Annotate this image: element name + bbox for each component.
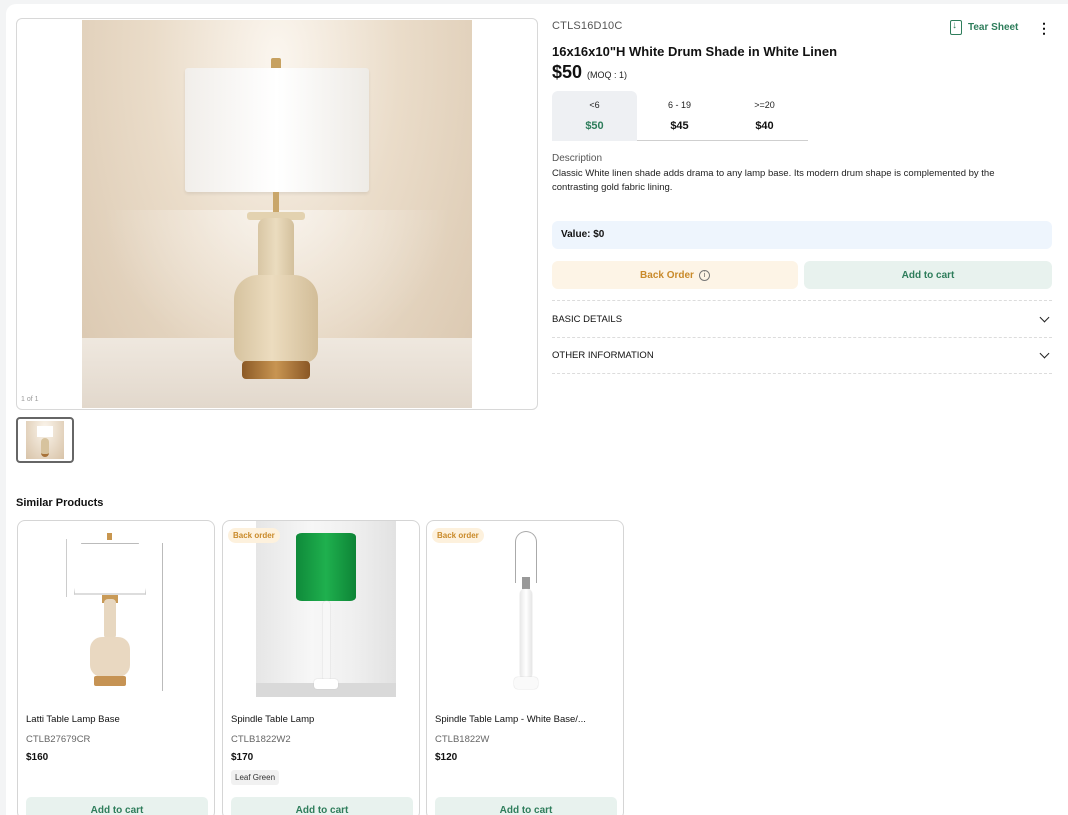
white-lamp-base-photo (497, 527, 557, 697)
add-to-cart-button[interactable]: Add to cart (231, 797, 413, 815)
lamp-base-drawing (66, 531, 186, 696)
price-tier-table: <6 $50 6 - 19 $45 >=20 $40 (552, 91, 808, 141)
add-to-cart-button[interactable]: Add to cart (435, 797, 617, 815)
price-tier[interactable]: <6 $50 (552, 91, 637, 141)
price-tier[interactable]: >=20 $40 (722, 91, 807, 141)
tier-range: 6 - 19 (667, 100, 691, 110)
similar-products-heading: Similar Products (16, 497, 104, 509)
back-order-label: Back Order (640, 269, 694, 281)
accordion-label: BASIC DETAILS (552, 313, 623, 325)
chevron-down-icon (1039, 348, 1050, 359)
product-card-code: CTLB1822W2 (231, 734, 291, 745)
product-page: 1 of 1 CTLS16D10C Tear Sheet ⋮ 16x16x10"… (6, 4, 1068, 815)
chevron-down-icon (1039, 312, 1050, 322)
accordion-basic-details[interactable]: BASIC DETAILS (552, 300, 1052, 337)
value-summary: Value: $0 (552, 221, 1052, 249)
description-text: Classic White linen shade adds drama to … (552, 168, 995, 193)
tier-price: $50 (585, 120, 604, 132)
product-card-image[interactable]: Back order (223, 521, 419, 701)
product-price: $50 (552, 62, 583, 82)
drum-shade (185, 68, 369, 192)
product-card[interactable]: Back order Spindle Table Lamp - White Ba… (426, 520, 624, 815)
tier-price: $40 (755, 120, 774, 132)
more-options-icon[interactable]: ⋮ (1037, 20, 1051, 36)
add-to-cart-button[interactable]: Add to cart (26, 797, 208, 815)
tier-range: <6 (589, 100, 600, 110)
product-card-price: $170 (231, 752, 254, 763)
image-counter: 1 of 1 (21, 396, 39, 403)
back-order-button[interactable]: Back Order i (552, 261, 798, 289)
accordion-other-information[interactable]: OTHER INFORMATION (552, 337, 1052, 374)
back-order-badge: Back order (432, 528, 484, 543)
green-lamp-photo (256, 521, 396, 697)
tier-price: $45 (670, 120, 689, 132)
tear-sheet-label: Tear Sheet (968, 22, 1019, 33)
variant-tag: Leaf Green (231, 770, 280, 785)
tear-sheet-button[interactable]: Tear Sheet (950, 20, 1018, 35)
add-to-cart-button[interactable]: Add to cart (804, 261, 1052, 289)
price-row: $50 (MOQ : 1) (552, 62, 627, 83)
product-card-name[interactable]: Latti Table Lamp Base (26, 714, 120, 725)
product-card-price: $160 (26, 752, 49, 763)
product-card-code: CTLB1822W (435, 734, 490, 745)
product-card-image[interactable] (18, 521, 214, 701)
back-order-badge: Back order (228, 528, 280, 543)
moq-label: (MOQ : 1) (587, 70, 628, 80)
product-sku: CTLS16D10C (552, 20, 623, 32)
drum-shade-lamp-photo (82, 20, 472, 408)
product-card[interactable]: Latti Table Lamp Base CTLB27679CR $160 A… (17, 520, 215, 815)
download-file-icon (950, 20, 962, 35)
product-title: 16x16x10"H White Drum Shade in White Lin… (552, 44, 838, 59)
accordion-label: OTHER INFORMATION (552, 350, 654, 361)
tier-range: >=20 (754, 100, 775, 110)
product-card-price: $120 (435, 752, 458, 763)
product-card[interactable]: Back order Spindle Table Lamp CTLB1822W2… (222, 520, 420, 815)
main-product-image[interactable]: 1 of 1 (16, 18, 538, 410)
price-tier[interactable]: 6 - 19 $45 (637, 91, 722, 141)
description-label: Description (552, 153, 603, 164)
product-card-image[interactable]: Back order (427, 521, 623, 701)
info-icon[interactable]: i (698, 269, 710, 281)
product-card-name[interactable]: Spindle Table Lamp (231, 714, 314, 725)
product-card-name[interactable]: Spindle Table Lamp - White Base/... (435, 714, 586, 725)
product-card-code: CTLB27679CR (26, 734, 91, 745)
image-thumbnail[interactable] (16, 417, 74, 463)
